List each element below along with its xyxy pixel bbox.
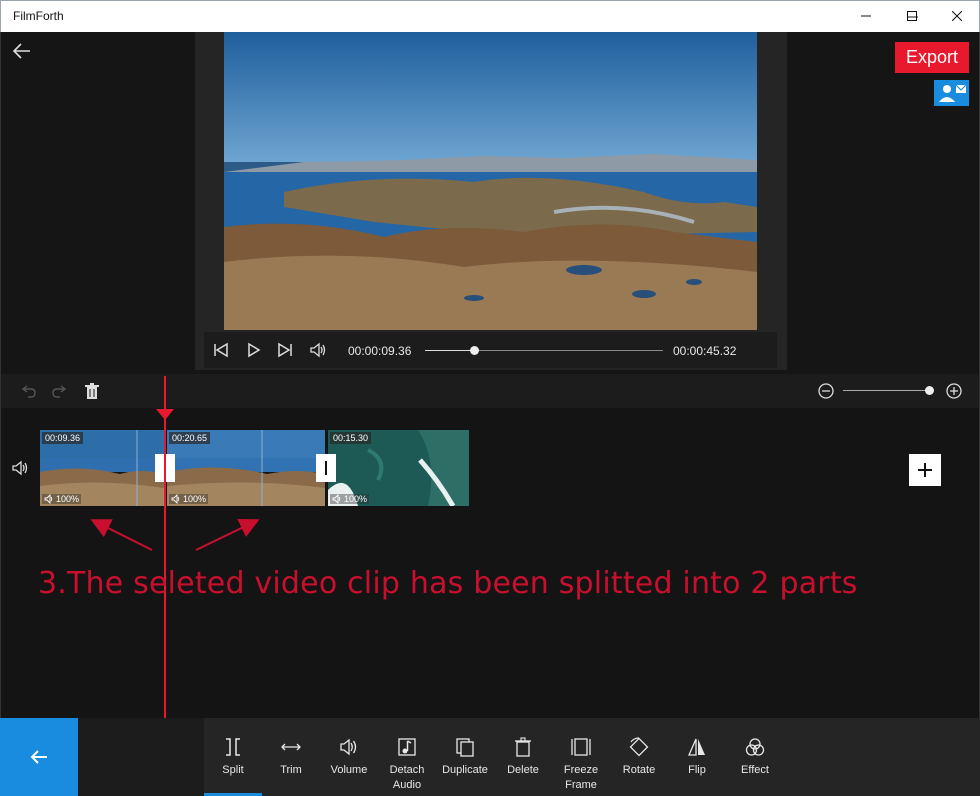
delete-clip-button[interactable] <box>83 382 101 400</box>
tool-flip[interactable]: Flip <box>668 718 726 796</box>
rotate-icon <box>628 736 650 758</box>
timeline-clip-3[interactable]: 00:15.30 100% <box>328 430 469 506</box>
skip-back-icon <box>214 342 228 358</box>
speaker-icon <box>310 342 326 358</box>
clip-duration: 00:15.30 <box>330 432 372 444</box>
zoom-out-icon <box>818 383 834 399</box>
back-button[interactable] <box>11 40 33 62</box>
bottom-toolbar: Split Trim Volume Detach Audio Duplicate… <box>0 718 980 796</box>
detach-audio-icon <box>396 736 418 758</box>
annotation-text: 3.The seleted video clip has been splitt… <box>38 566 858 601</box>
minimize-button-2[interactable] <box>843 0 889 32</box>
clip-volume: 100% <box>330 494 370 504</box>
redo-icon <box>52 385 67 398</box>
tool-volume[interactable]: Volume <box>320 718 378 796</box>
skip-forward-icon <box>278 342 292 358</box>
seek-thumb[interactable] <box>470 346 480 355</box>
tool-duplicate[interactable]: Duplicate <box>436 718 494 796</box>
tool-effect[interactable]: Effect <box>726 718 784 796</box>
current-time: 00:00:09.36 <box>348 344 412 358</box>
close-icon <box>952 11 962 21</box>
freeze-frame-icon <box>570 736 592 758</box>
account-button[interactable] <box>934 80 969 106</box>
clip-duration: 00:20.65 <box>169 432 211 444</box>
total-time: 00:00:45.32 <box>673 344 737 358</box>
timeline-clip-2[interactable]: 00:20.65 100% <box>167 430 325 506</box>
undo-icon <box>21 385 36 398</box>
zoom-slider[interactable] <box>843 386 934 395</box>
clip-volume-value: 100% <box>344 494 368 504</box>
split-icon <box>222 736 244 758</box>
timeline-toolbar <box>1 374 979 408</box>
maximize-button[interactable] <box>889 0 935 32</box>
flip-icon <box>686 736 708 758</box>
contact-mail-icon <box>938 84 966 102</box>
clip-duration: 00:09.36 <box>42 432 84 444</box>
close-button[interactable] <box>934 0 980 32</box>
window-title: FilmForth <box>13 9 64 23</box>
app-body: 00:00:09.36 00:00:45.32 Export 00:09.36 … <box>0 32 980 796</box>
tool-split[interactable]: Split <box>204 718 262 796</box>
delete-icon <box>512 736 534 758</box>
tool-delete[interactable]: Delete <box>494 718 552 796</box>
playhead-handle[interactable] <box>156 409 174 420</box>
tool-trim[interactable]: Trim <box>262 718 320 796</box>
undo-button[interactable] <box>19 382 37 400</box>
seek-bar[interactable] <box>425 346 663 355</box>
transition-button-2[interactable] <box>316 454 336 482</box>
player-controls: 00:00:09.36 00:00:45.32 <box>204 332 777 368</box>
trash-icon <box>85 383 99 399</box>
tools-panel: Split Trim Volume Detach Audio Duplicate… <box>204 718 980 796</box>
playhead-line[interactable] <box>164 376 166 718</box>
tool-freeze-frame[interactable]: Freeze Frame <box>552 718 610 796</box>
preview-panel: 00:00:09.36 00:00:45.32 <box>195 32 787 370</box>
timeline-clip-1[interactable]: 00:09.36 100% <box>40 430 164 506</box>
add-clip-button[interactable] <box>909 454 941 486</box>
video-preview <box>224 32 757 330</box>
skip-back-button[interactable] <box>212 341 230 359</box>
title-bar: FilmForth <box>0 0 980 32</box>
plus-icon <box>918 463 932 477</box>
speaker-icon <box>171 494 180 504</box>
mute-button[interactable] <box>309 341 327 359</box>
tool-rotate[interactable]: Rotate <box>610 718 668 796</box>
clip-volume: 100% <box>169 494 209 504</box>
zoom-in-button[interactable] <box>945 382 963 400</box>
back-button-large[interactable] <box>0 718 78 796</box>
redo-button[interactable] <box>51 382 69 400</box>
clip-volume: 100% <box>42 494 82 504</box>
play-icon <box>248 342 261 358</box>
back-arrow-icon <box>12 43 30 59</box>
maximize-icon <box>907 11 917 21</box>
clip-volume-value: 100% <box>56 494 80 504</box>
back-arrow-icon <box>30 750 47 764</box>
tool-detach-audio[interactable]: Detach Audio <box>378 718 436 796</box>
minimize-icon <box>861 15 871 17</box>
trim-icon <box>280 736 302 758</box>
landscape-image <box>224 32 757 330</box>
clip-volume-value: 100% <box>183 494 207 504</box>
effect-icon <box>744 736 766 758</box>
speaker-icon <box>44 494 53 504</box>
play-button[interactable] <box>244 341 262 359</box>
duplicate-icon <box>454 736 476 758</box>
seek-progress <box>425 350 475 351</box>
zoom-thumb[interactable] <box>924 386 934 395</box>
track-volume-button[interactable] <box>11 458 31 478</box>
volume-icon <box>338 736 360 758</box>
zoom-out-button[interactable] <box>817 382 835 400</box>
speaker-icon <box>12 460 28 476</box>
export-button[interactable]: Export <box>895 42 969 73</box>
zoom-in-icon <box>946 383 962 399</box>
timeline: 00:09.36 100% 00:20.65 100% 00:15.30 100… <box>1 408 979 718</box>
speaker-icon <box>332 494 341 504</box>
skip-forward-button[interactable] <box>276 341 294 359</box>
